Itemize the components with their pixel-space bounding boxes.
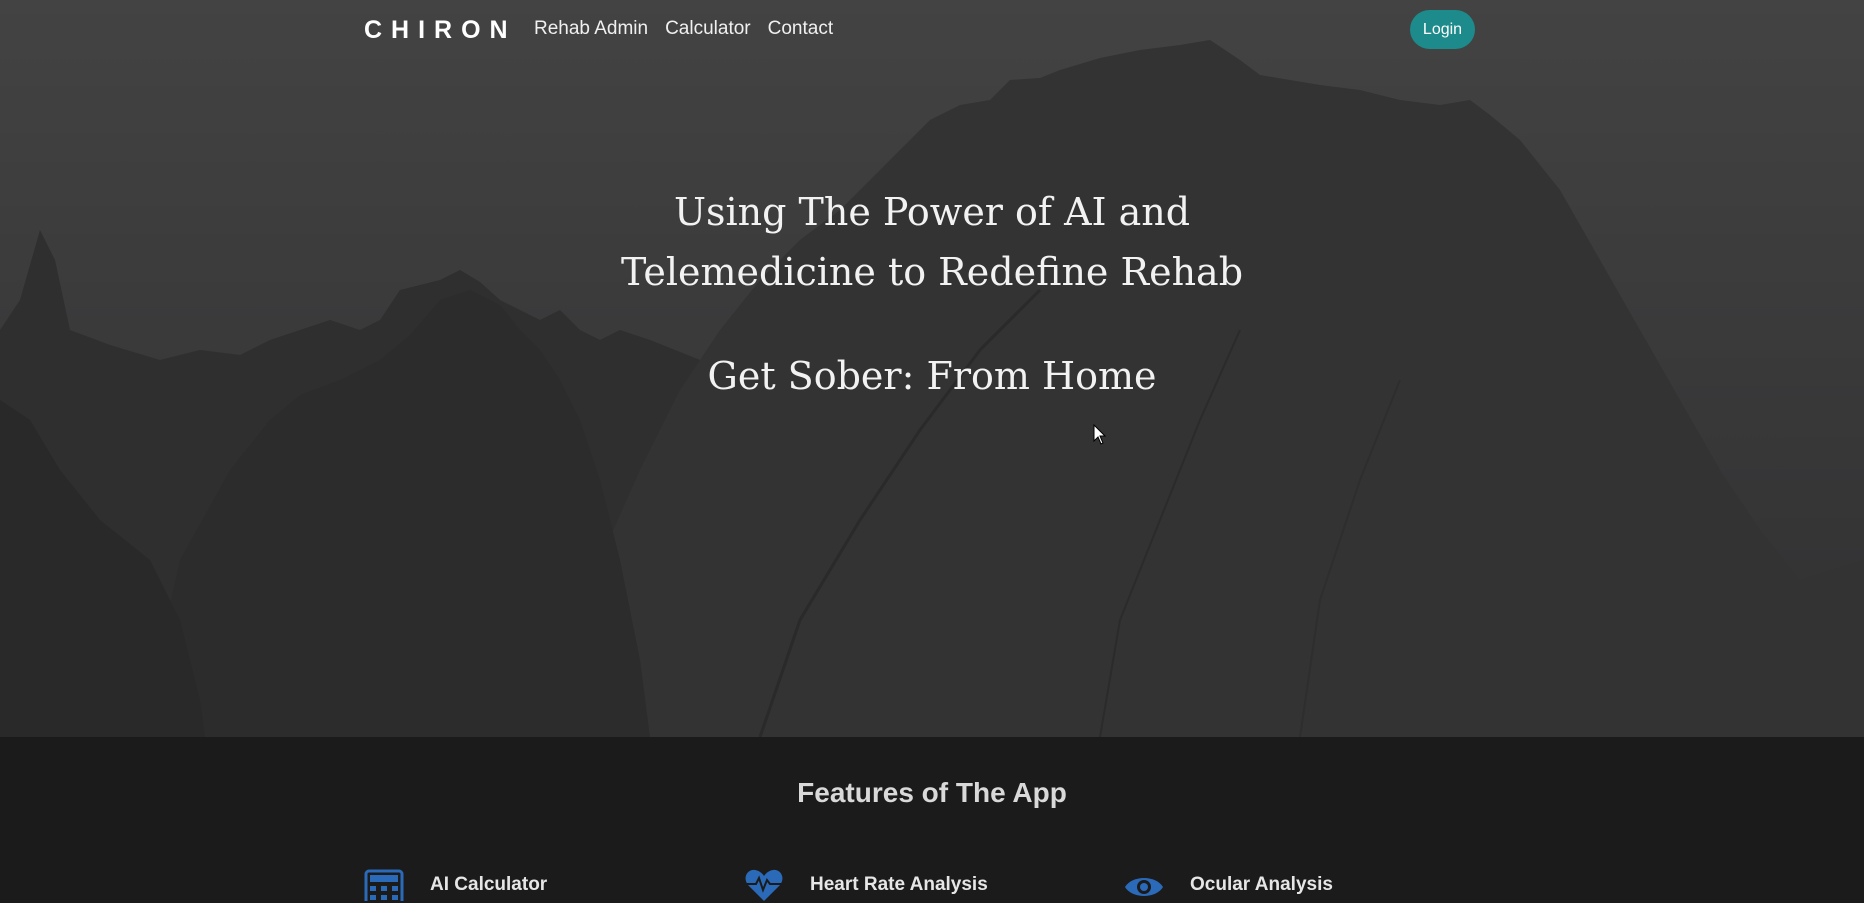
feature-ai-calculator: AI Calculator	[364, 869, 547, 901]
feature-ocular-analysis: Ocular Analysis	[1124, 869, 1333, 901]
brand-logo[interactable]: CHIRON	[364, 16, 517, 45]
hero-section: CHIRON Rehab Admin Calculator Contact Lo…	[0, 0, 1864, 737]
nav-link-rehab-admin[interactable]: Rehab Admin	[534, 18, 648, 40]
calculator-icon	[364, 869, 404, 901]
features-heading: Features of The App	[797, 777, 1067, 808]
hero-title-line-1: Using The Power of AI and	[673, 190, 1191, 234]
eye-icon	[1125, 878, 1163, 896]
feature-label: Heart Rate Analysis	[810, 874, 988, 895]
hero-subtitle: Get Sober: From Home	[707, 354, 1157, 398]
navbar: CHIRON Rehab Admin Calculator Contact Lo…	[0, 0, 1864, 62]
feature-label: Ocular Analysis	[1190, 874, 1333, 895]
nav-links: Rehab Admin Calculator Contact	[534, 18, 833, 40]
features-section: Features of The App AI Calculator Heart …	[0, 737, 1864, 903]
mouse-cursor-icon	[1093, 424, 1107, 445]
nav-link-contact[interactable]: Contact	[768, 18, 833, 40]
feature-label: AI Calculator	[430, 874, 548, 895]
hero-title-line-2: Telemedicine to Redefine Rehab	[620, 250, 1244, 294]
feature-heart-rate-analysis: Heart Rate Analysis	[744, 869, 988, 901]
nav-link-calculator[interactable]: Calculator	[665, 18, 751, 40]
login-button[interactable]: Login	[1410, 10, 1475, 49]
hero-title: Using The Power of AI and Telemedicine t…	[432, 182, 1432, 302]
heart-rate-icon	[745, 869, 783, 901]
